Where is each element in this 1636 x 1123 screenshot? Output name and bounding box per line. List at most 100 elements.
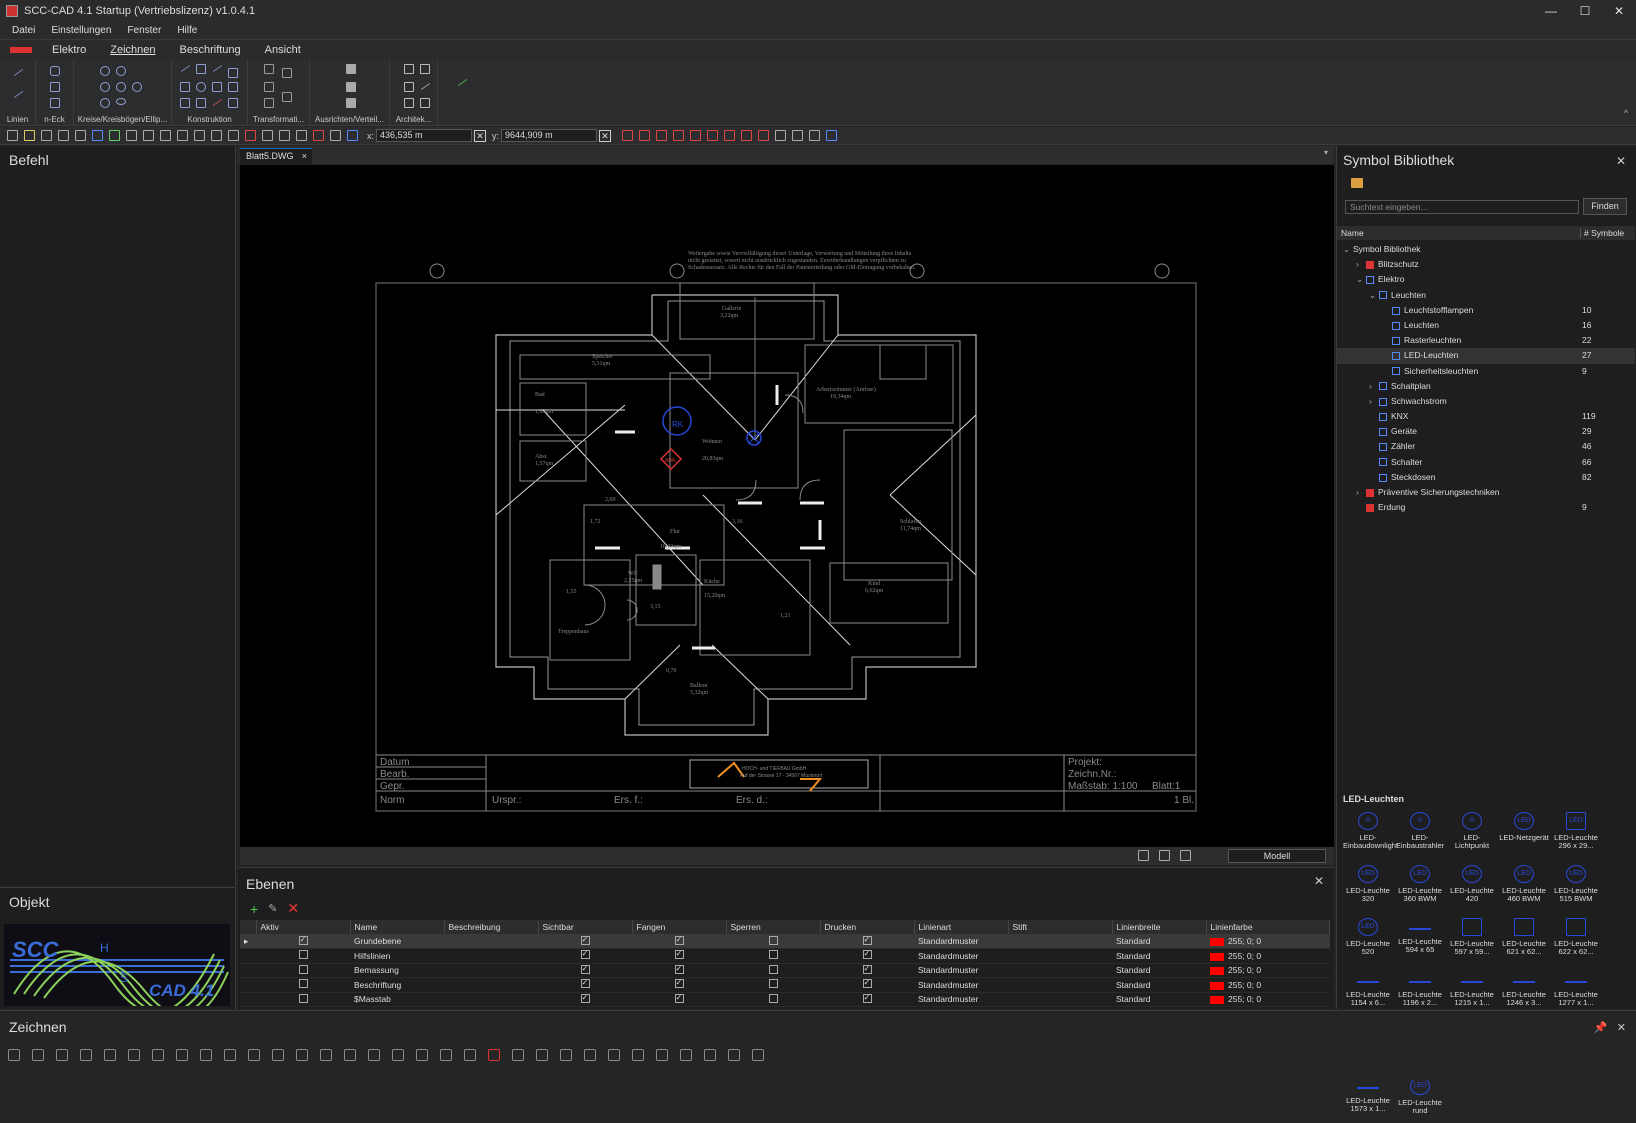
menu-datei[interactable]: Datei: [12, 25, 35, 36]
draw-tool-icon[interactable]: [416, 1049, 428, 1061]
tree-item[interactable]: › Präventive Sicherungstechniken: [1337, 485, 1635, 500]
construct-dim-icon[interactable]: [228, 68, 238, 78]
construct-extend-icon[interactable]: [196, 98, 206, 108]
circle-tool-icon[interactable]: [100, 66, 110, 76]
sichtbar-checkbox[interactable]: [580, 935, 590, 945]
col-drucken[interactable]: Drucken: [820, 920, 915, 934]
minimize-button[interactable]: —: [1534, 0, 1568, 22]
menu-einstellungen[interactable]: Einstellungen: [51, 25, 111, 36]
save-as-icon[interactable]: [58, 130, 69, 141]
draw-tool-icon[interactable]: [704, 1049, 716, 1061]
drucken-checkbox[interactable]: [862, 978, 872, 989]
fangen-checkbox[interactable]: [674, 949, 684, 960]
menu-fenster[interactable]: Fenster: [127, 25, 161, 36]
layers-close-icon[interactable]: ✕: [1314, 874, 1324, 888]
construct-trim-icon[interactable]: [180, 98, 190, 108]
table-row[interactable]: Beschriftung Standardmuster Standard 255…: [240, 977, 1330, 993]
construct-perp-icon[interactable]: [196, 64, 206, 74]
door-tool-icon[interactable]: [420, 64, 430, 74]
polygon-tool-icon[interactable]: [50, 66, 60, 76]
symbol-item[interactable]: LED LED-Leuchte 460 BWM: [1499, 863, 1549, 911]
construct-red-line-icon[interactable]: [212, 98, 223, 107]
edit-layer-icon[interactable]: ✎: [268, 902, 277, 915]
snap-midpoint-icon[interactable]: [639, 130, 651, 141]
undo-icon[interactable]: [143, 130, 154, 141]
sichtbar-checkbox[interactable]: [580, 978, 590, 989]
tree-item[interactable]: Leuchten 16: [1337, 318, 1635, 333]
col-sichtbar[interactable]: Sichtbar: [538, 920, 633, 934]
y-coord-input[interactable]: 9644,909 m: [501, 129, 598, 142]
y-coord-clear-button[interactable]: ✕: [599, 129, 612, 142]
draw-tool-icon[interactable]: [32, 1049, 44, 1061]
draw-tool-icon[interactable]: [488, 1049, 500, 1061]
cut-icon[interactable]: [262, 130, 273, 141]
snap-none-icon[interactable]: [741, 130, 753, 141]
scale-tool-icon[interactable]: [264, 82, 274, 92]
draw-tool-icon[interactable]: [560, 1049, 572, 1061]
draw-tool-icon[interactable]: [752, 1049, 764, 1061]
construct-fillet-icon[interactable]: [196, 82, 206, 92]
symbol-item[interactable]: LED LED-Netzgerät: [1499, 810, 1549, 858]
tab-menu-icon[interactable]: ▾: [1324, 148, 1328, 157]
construct-angle-icon[interactable]: [212, 64, 223, 73]
col-beschreibung[interactable]: Beschreibung: [444, 920, 539, 934]
x-coord-input[interactable]: 436,535 m: [376, 129, 473, 142]
tab-elektro[interactable]: Elektro: [52, 44, 86, 56]
open-file-icon[interactable]: [24, 130, 35, 141]
draw-tool-icon[interactable]: [248, 1049, 260, 1061]
x-coord-clear-button[interactable]: ✕: [474, 129, 487, 142]
polyline-tool-icon[interactable]: [13, 90, 24, 99]
line-tool-icon[interactable]: [13, 68, 24, 77]
col-sperren[interactable]: Sperren: [726, 920, 821, 934]
delete-layer-icon[interactable]: ✕: [287, 900, 299, 917]
snap-center-icon[interactable]: [656, 130, 668, 141]
symbol-item[interactable]: LED-Leuchte 597 x 59...: [1447, 916, 1497, 964]
align-right-icon[interactable]: [346, 98, 356, 108]
tab-zeichnen[interactable]: Zeichnen: [110, 44, 155, 56]
color-icon[interactable]: [826, 130, 838, 141]
save-icon[interactable]: [41, 130, 52, 141]
mirror-tool-icon[interactable]: [264, 98, 274, 108]
model-select[interactable]: Modell: [1228, 849, 1326, 863]
snap-tangent-icon[interactable]: [707, 130, 719, 141]
drucken-checkbox[interactable]: [862, 993, 872, 1003]
aktiv-checkbox[interactable]: [298, 993, 308, 1003]
symbol-library-close-icon[interactable]: ✕: [1616, 154, 1626, 168]
symbol-item[interactable]: LED LED-Leuchte 296 x 29...: [1551, 810, 1601, 858]
rect-filled-tool-icon[interactable]: [50, 98, 60, 108]
col-fangen[interactable]: Fangen: [632, 920, 727, 934]
ellipse-tool-icon[interactable]: [116, 98, 126, 105]
doc-tab-close-icon[interactable]: ×: [302, 151, 307, 161]
aktiv-checkbox[interactable]: [298, 935, 308, 945]
draw-tool-icon[interactable]: [440, 1049, 452, 1061]
maximize-button[interactable]: ☐: [1568, 0, 1602, 22]
draw-tool-icon[interactable]: [656, 1049, 668, 1061]
sperren-checkbox[interactable]: [768, 950, 778, 960]
rotate-tool-icon[interactable]: [282, 68, 292, 78]
page-layout-icon[interactable]: [1159, 850, 1170, 861]
align-left-icon[interactable]: [346, 64, 356, 74]
table-row[interactable]: Bemassung Standardmuster Standard 255; 0…: [240, 963, 1330, 978]
arc-tool-icon[interactable]: [116, 66, 126, 76]
tree-item[interactable]: ⌄ Leuchten: [1337, 288, 1635, 303]
new-file-icon[interactable]: [7, 130, 18, 141]
fangen-checkbox[interactable]: [674, 978, 684, 989]
layer-icon[interactable]: [809, 130, 821, 141]
zoom-icon[interactable]: [228, 130, 239, 141]
construct-line-icon[interactable]: [180, 64, 191, 73]
col-linienfarbe[interactable]: Linienfarbe: [1206, 920, 1330, 934]
chevron-right-icon[interactable]: ›: [1369, 379, 1379, 394]
table-row[interactable]: Hilfslinien Standardmuster Standard 255;…: [240, 948, 1330, 964]
snap-endpoint-icon[interactable]: [622, 130, 634, 141]
room-tool-icon[interactable]: [404, 98, 414, 108]
col-aktiv[interactable]: Aktiv: [256, 920, 351, 934]
draw-tool-icon[interactable]: [320, 1049, 332, 1061]
draw-tool-icon[interactable]: [272, 1049, 284, 1061]
draw-tool-icon[interactable]: [368, 1049, 380, 1061]
rectangle-tool-icon[interactable]: [50, 82, 60, 92]
tree-item[interactable]: Erdung 9: [1337, 500, 1635, 515]
arc-center-tool-icon[interactable]: [132, 82, 142, 92]
arc-3p-tool-icon[interactable]: [116, 82, 126, 92]
draw-tool-icon[interactable]: [296, 1049, 308, 1061]
tree-item[interactable]: ⌄ Elektro: [1337, 272, 1635, 287]
